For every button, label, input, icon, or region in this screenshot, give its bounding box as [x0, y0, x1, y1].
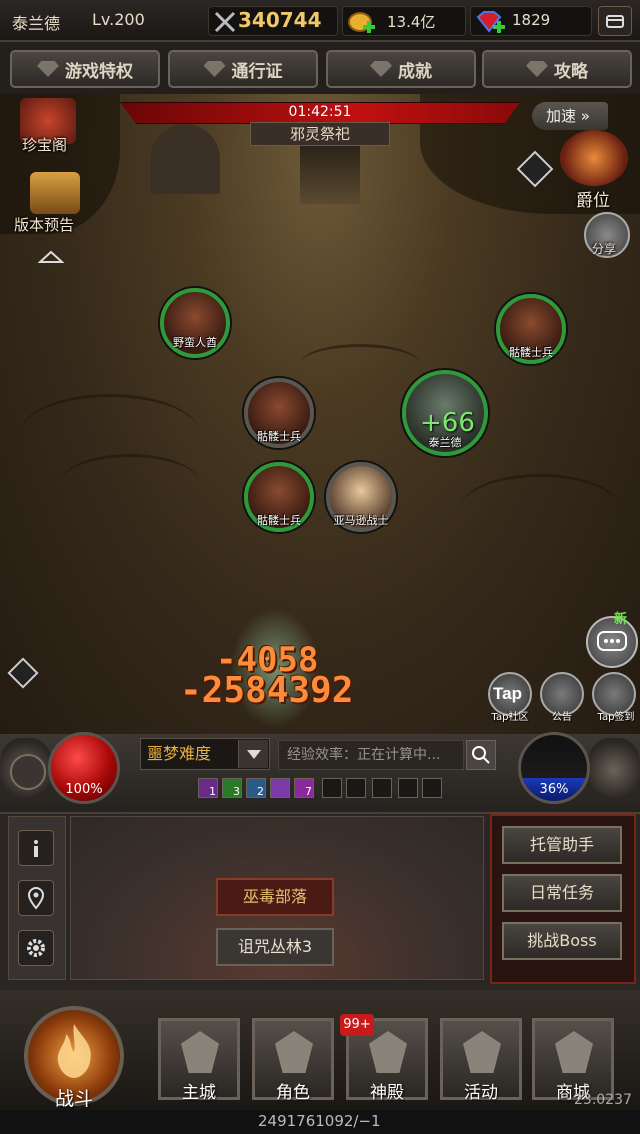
stone-path: [300, 144, 360, 204]
notification-badge: 99+: [340, 1014, 374, 1036]
version-preview-button[interactable]: [30, 172, 80, 214]
notice-label: 公告: [552, 712, 572, 723]
empty-buff-slot: [322, 778, 342, 798]
treasure-pavilion-label: 珍宝阁: [22, 136, 68, 154]
damage-number: -2584392: [180, 670, 354, 711]
speedup-label: 加速: [546, 107, 577, 125]
speedup-button[interactable]: 加速 »: [532, 102, 608, 130]
potion-bag-button[interactable]: [10, 754, 46, 790]
battle-tab-label: 战斗: [54, 1088, 93, 1110]
next-zone-button[interactable]: 诅咒丛林3: [216, 928, 334, 966]
info-icon: [34, 840, 38, 857]
gem-value: 1829: [512, 11, 551, 29]
boss-name: 邪灵祭祀: [250, 122, 390, 146]
player-level: Lv.200: [92, 10, 145, 29]
guide-label: 攻略: [554, 61, 588, 82]
tap-logo: Tap: [493, 684, 522, 703]
daily-tasks-button[interactable]: 日常任务: [502, 874, 622, 912]
challenge-boss-button[interactable]: 挑战Boss: [502, 922, 622, 960]
achievements-button[interactable]: 成就: [326, 50, 476, 88]
auto-assist-button[interactable]: 托管助手: [502, 826, 622, 864]
character-tab-label: 角色: [276, 1083, 310, 1103]
gold-coin-plus-icon: [348, 12, 375, 33]
gold-value: 13.4亿: [387, 13, 436, 31]
city-tab-label: 主城: [182, 1083, 216, 1103]
game-privileges-button[interactable]: 游戏特权: [10, 50, 160, 88]
unit-label: 骷髅士兵: [509, 346, 553, 359]
gear-icon: [27, 939, 45, 957]
empty-buff-slot: [398, 778, 418, 798]
unit-label: 野蛮人酋: [173, 336, 217, 349]
buff-slot[interactable]: [270, 778, 290, 798]
lion-head-ornament-right: [588, 738, 640, 802]
mp-percent: 36%: [539, 782, 569, 797]
location-button[interactable]: [18, 880, 54, 916]
player-name: 泰兰德: [12, 14, 61, 33]
root-2: [60, 454, 200, 514]
chat-bubble-icon: [597, 631, 627, 651]
buff-slot[interactable]: 7: [294, 778, 314, 798]
trophy-icon: [370, 61, 392, 77]
new-badge: 新: [614, 612, 628, 627]
buff-slot[interactable]: 1: [198, 778, 218, 798]
version-preview-label: 版本预告: [14, 216, 75, 234]
root-4: [300, 344, 420, 384]
chat-button[interactable]: [586, 616, 638, 668]
book-icon: [526, 61, 548, 77]
player-id-text: 2491761092/−1: [258, 1112, 381, 1130]
boss-timer: 01:42:51: [288, 104, 352, 120]
current-zone-button[interactable]: 巫毒部落: [216, 878, 334, 916]
exp-efficiency-field: 经验效率：正在计算中...: [278, 740, 464, 770]
hp-percent: 100%: [65, 782, 103, 797]
crossed-swords-icon: [214, 11, 236, 33]
unit-label: 骷髅士兵: [257, 430, 301, 443]
map-pin-icon: [27, 886, 45, 910]
difficulty-value: 噩梦难度: [147, 744, 212, 763]
battle-scene: [0, 94, 640, 734]
tap-community-label: Tap社区: [491, 712, 529, 723]
search-button[interactable]: [466, 740, 496, 770]
combat-power-value: 340744: [238, 8, 322, 32]
chest-icon: [606, 15, 624, 28]
unit-label: 骷髅士兵: [257, 514, 301, 527]
chevron-down-icon: [247, 750, 261, 759]
settings-button[interactable]: [18, 930, 54, 966]
root-3: [460, 474, 620, 544]
unit-label: 亚马逊战士: [333, 514, 389, 527]
info-button[interactable]: [18, 830, 54, 866]
diamond-icon: [555, 1031, 593, 1073]
rank-button[interactable]: [560, 130, 628, 186]
empty-buff-slot: [372, 778, 392, 798]
buff-slot[interactable]: 2: [246, 778, 266, 798]
collapse-arrow-icon[interactable]: [38, 250, 64, 264]
ruby-plus-icon: [476, 11, 505, 33]
wings-icon: [203, 61, 226, 77]
game-privileges-label: 游戏特权: [65, 61, 133, 82]
difficulty-dropdown-button[interactable]: [238, 740, 268, 768]
unit-label: 泰兰德: [428, 436, 462, 449]
tap-signin-label: Tap签到: [597, 712, 635, 723]
double-chevron-icon: »: [580, 107, 590, 125]
version-text: 23.0237: [574, 1092, 632, 1108]
battle-pass-label: 通行证: [231, 61, 283, 82]
buff-slot[interactable]: 3: [222, 778, 242, 798]
stone-gate: [150, 124, 220, 194]
temple-tab-label: 神殿: [370, 1083, 404, 1103]
search-icon: [472, 746, 490, 764]
empty-buff-slot: [346, 778, 366, 798]
settings-menu-button[interactable]: [598, 6, 632, 36]
helmet-icon: [275, 1031, 313, 1073]
events-tab-label: 活动: [464, 1083, 498, 1103]
guide-button[interactable]: 攻略: [482, 50, 632, 88]
share-label: 分享: [592, 242, 617, 256]
diamond-icon: [37, 61, 59, 77]
temple-icon: [369, 1031, 407, 1073]
achievements-label: 成就: [398, 61, 432, 82]
demon-mask-icon: [463, 1031, 501, 1073]
battle-pass-button[interactable]: 通行证: [168, 50, 318, 88]
castle-icon: [181, 1031, 219, 1073]
rank-label: 爵位: [576, 191, 610, 211]
empty-buff-slot: [422, 778, 442, 798]
